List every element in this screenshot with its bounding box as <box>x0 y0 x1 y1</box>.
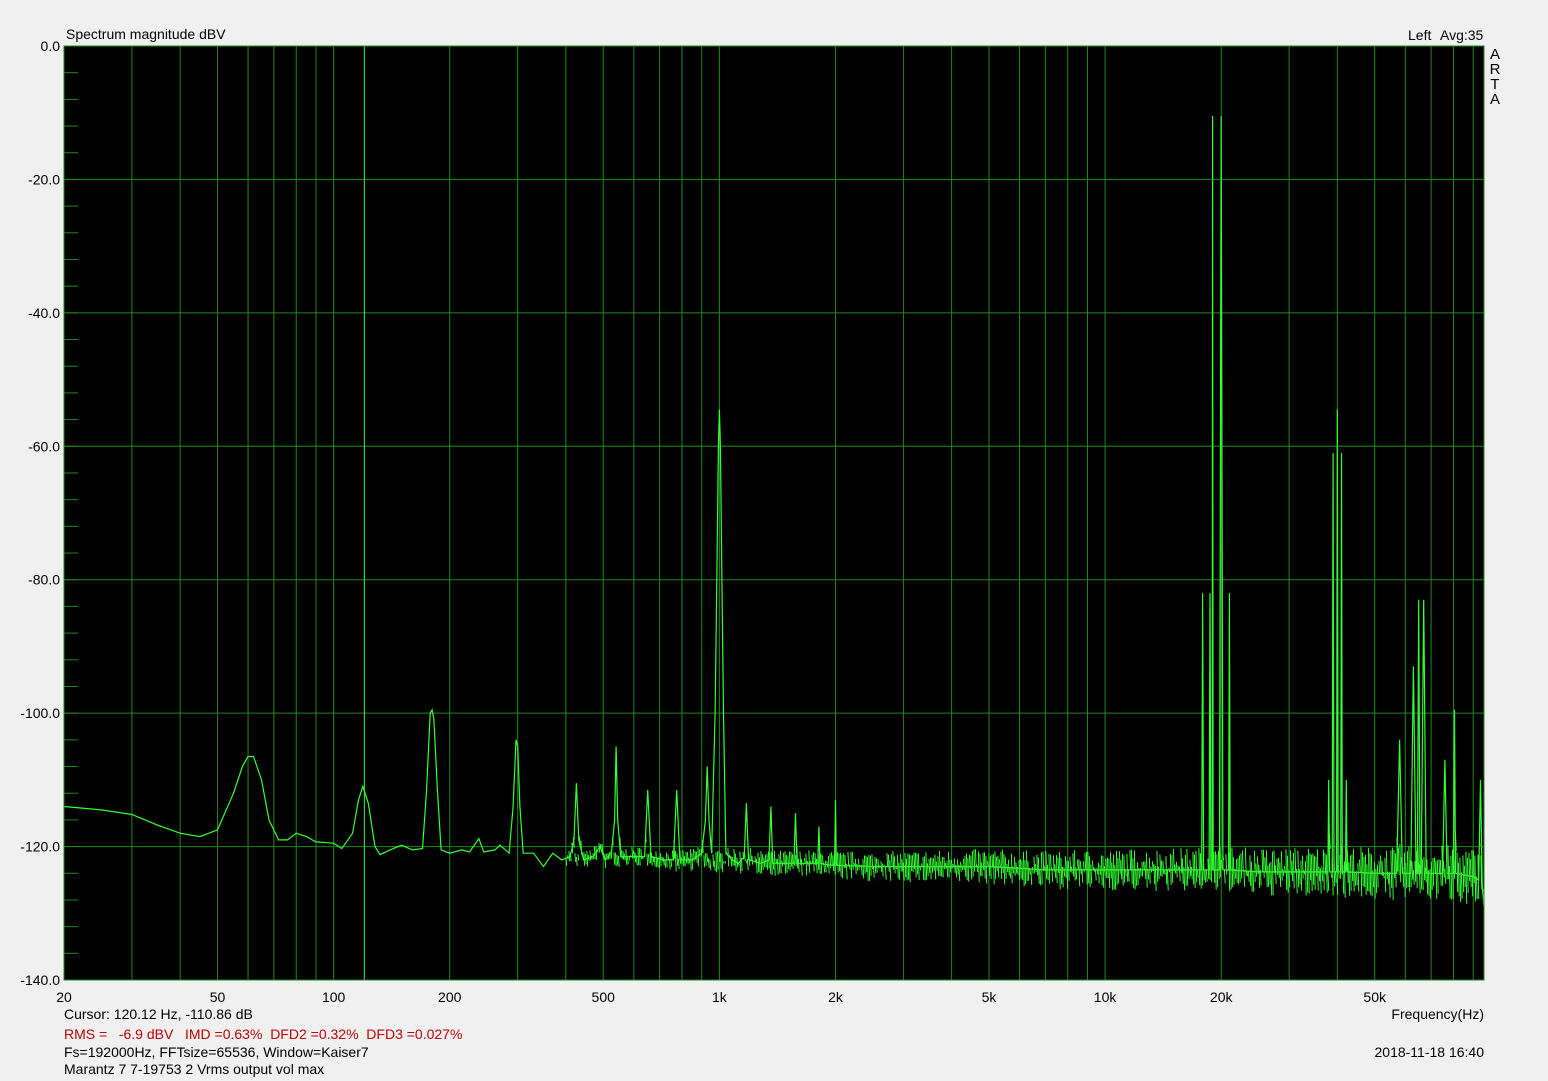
x-tick-label: 100 <box>322 989 346 1005</box>
brand-letter: A <box>1489 46 1500 63</box>
y-tick-label: -40.0 <box>28 305 60 321</box>
x-tick-label: 1k <box>712 989 728 1005</box>
x-tick-label: 200 <box>438 989 462 1005</box>
brand-letter: R <box>1489 61 1501 78</box>
x-tick-label: 5k <box>982 989 998 1005</box>
x-tick-label: 20 <box>56 989 72 1005</box>
fft-settings: Fs=192000Hz, FFTsize=65536, Window=Kaise… <box>64 1044 369 1060</box>
y-tick-label: -100.0 <box>20 705 60 721</box>
brand-letter: T <box>1490 76 1500 93</box>
distortion-stats: RMS = -6.9 dBV IMD =0.63% DFD2 =0.32% DF… <box>64 1026 463 1042</box>
x-tick-labels: 20 50 100 200 500 1k 2k 5k 10k 20k 50k <box>56 989 1387 1005</box>
x-tick-label: 20k <box>1210 989 1234 1005</box>
channel-label: Left <box>1408 27 1432 43</box>
y-tick-label: -120.0 <box>20 839 60 855</box>
y-tick-label: -20.0 <box>28 171 60 187</box>
y-tick-label: 0.0 <box>41 38 61 54</box>
chart-title: Spectrum magnitude dBV <box>66 26 226 42</box>
cursor-readout: Cursor: 120.12 Hz, -110.86 dB <box>64 1006 253 1022</box>
avg-label: Avg:35 <box>1440 27 1484 43</box>
brand-letter: A <box>1489 91 1500 108</box>
x-tick-label: 50 <box>210 989 226 1005</box>
y-tick-labels: 0.0 -20.0 -40.0 -60.0 -80.0 -100.0 -120.0 -140.… <box>20 38 60 988</box>
x-axis-label: Frequency(Hz) <box>1391 1006 1484 1022</box>
plot-area[interactable] <box>64 46 1484 980</box>
x-tick-label: 50k <box>1363 989 1387 1005</box>
arta-logo: A R T A <box>1489 47 1501 107</box>
x-tick-label: 10k <box>1094 989 1118 1005</box>
device-note: Marantz 7 7-19753 2 Vrms output vol max <box>64 1061 325 1077</box>
spectrum-chart[interactable]: 0.0 -20.0 -40.0 -60.0 -80.0 -100.0 -120.0 -140.… <box>0 0 1548 1081</box>
y-tick-label: -80.0 <box>28 572 60 588</box>
timestamp: 2018-11-18 16:40 <box>1374 1044 1485 1060</box>
y-tick-label: -140.0 <box>20 972 60 988</box>
x-tick-label: 2k <box>828 989 844 1005</box>
y-tick-label: -60.0 <box>28 438 60 454</box>
x-tick-label: 500 <box>592 989 616 1005</box>
